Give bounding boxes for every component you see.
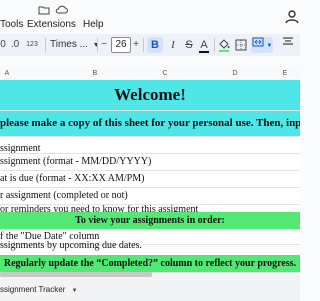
cloud-icon[interactable]	[54, 4, 68, 18]
instruction-row[interactable]: r assignment (completed or not)	[0, 188, 300, 205]
merge-cells-icon[interactable]: ▼	[251, 37, 273, 53]
folder-move-icon[interactable]	[37, 4, 51, 18]
account-icon[interactable]	[284, 8, 300, 24]
chevron-down-icon: ▼	[71, 288, 78, 294]
order-heading-cell[interactable]: To view your assignments in order:	[0, 212, 300, 230]
menu-help[interactable]: Help	[83, 19, 104, 30]
decimal-icon[interactable]: 0	[0, 34, 6, 56]
decimal-increase-icon[interactable]: .0	[9, 34, 21, 56]
increase-font-size-button[interactable]: +	[131, 34, 141, 56]
order-row[interactable]: ssignments by upcoming due dates.	[0, 238, 300, 253]
column-header[interactable]: C	[130, 68, 200, 80]
intro-cell[interactable]: please make a copy of this sheet for you…	[0, 111, 300, 137]
sheet-tab-assignment-tracker[interactable]: ssignment Tracker ▼	[0, 282, 78, 298]
column-header[interactable]: D	[200, 68, 270, 80]
formula-bar[interactable]	[0, 56, 300, 68]
instruction-row[interactable]: ssignment	[0, 137, 300, 154]
font-size-input[interactable]: 26	[111, 37, 131, 53]
title-cell[interactable]: Welcome!	[0, 80, 300, 111]
italic-button[interactable]: I	[166, 34, 180, 56]
footer-note-cell[interactable]: Regularly update the “Completed?” column…	[0, 255, 300, 273]
font-family-value: Times ...	[50, 39, 88, 50]
strikethrough-button[interactable]: S	[182, 34, 196, 56]
menu-extensions[interactable]: Extensions	[27, 19, 76, 30]
text-color-label: A	[200, 39, 208, 51]
text-color-button[interactable]: A	[197, 34, 211, 56]
text-color-swatch	[199, 51, 209, 53]
font-family-select[interactable]: Times ... ▼	[50, 34, 100, 56]
toolbar-divider	[97, 38, 98, 52]
instruction-row[interactable]: at is due (format - XX:XX AM/PM)	[0, 171, 300, 188]
column-header[interactable]: A	[0, 68, 14, 80]
toolbar-divider	[143, 38, 144, 52]
toolbar-divider	[214, 38, 215, 52]
fill-color-icon[interactable]	[217, 34, 231, 56]
chevron-down-icon: ▼	[266, 43, 273, 49]
menu-tools[interactable]: Tools	[0, 19, 23, 30]
column-header[interactable]: B	[60, 68, 130, 80]
instruction-row[interactable]: ssignment (format - MM/DD/YYYY)	[0, 154, 300, 171]
decrease-font-size-button[interactable]: −	[99, 34, 109, 56]
toolbar-divider	[45, 38, 46, 52]
horizontal-align-icon[interactable]	[278, 34, 298, 56]
number-format-button[interactable]: 123	[24, 34, 40, 56]
sheet-tab-label: ssignment Tracker	[0, 285, 66, 294]
column-header[interactable]: E	[270, 68, 300, 80]
borders-icon[interactable]	[234, 34, 248, 56]
bold-button[interactable]: B	[147, 37, 163, 53]
horizontal-scrollbar[interactable]	[0, 272, 152, 277]
